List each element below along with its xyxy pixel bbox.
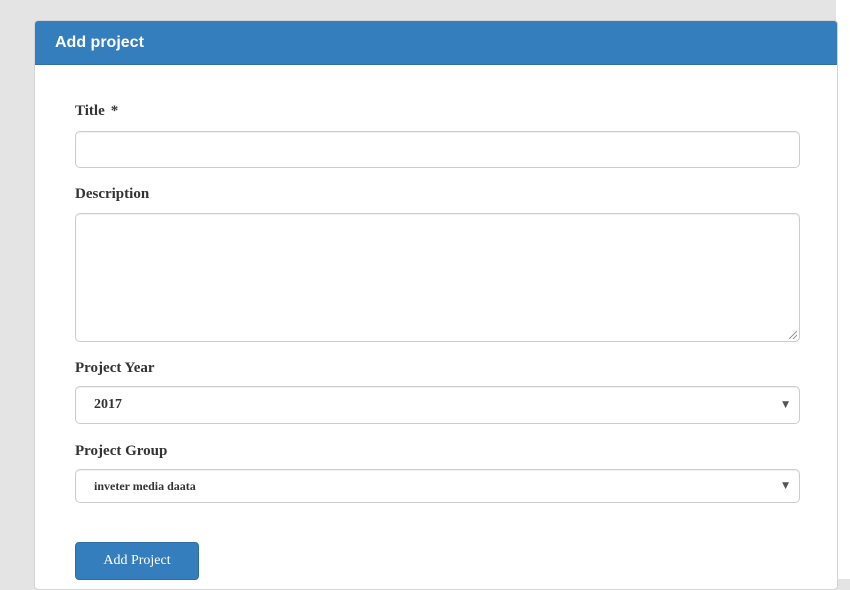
project-year-label: Project Year — [75, 360, 155, 376]
project-group-select[interactable]: inveter media daata ▼ — [75, 469, 800, 503]
description-label: Description — [75, 186, 150, 202]
panel-title: Add project — [55, 33, 144, 51]
panel-header: Add project — [35, 21, 837, 65]
caret-down-icon: ▼ — [782, 400, 789, 410]
add-project-button[interactable]: Add Project — [75, 542, 199, 580]
title-input[interactable] — [75, 131, 800, 168]
project-group-label: Project Group — [75, 443, 168, 459]
page-right-gutter — [836, 0, 850, 579]
title-label: Title * — [75, 103, 118, 120]
project-year-select[interactable]: 2017 ▼ — [75, 386, 800, 424]
resize-grip-icon[interactable] — [789, 331, 797, 339]
required-marker: * — [110, 103, 119, 119]
description-textarea[interactable] — [75, 213, 800, 342]
description-wrapper — [75, 213, 800, 342]
add-project-panel: Add project Title * Description Project Y… — [34, 20, 838, 590]
project-year-value: 2017 — [94, 397, 122, 412]
title-label-text: Title — [75, 103, 105, 119]
project-group-value: inveter media daata — [94, 478, 196, 493]
caret-down-icon: ▼ — [782, 481, 789, 491]
